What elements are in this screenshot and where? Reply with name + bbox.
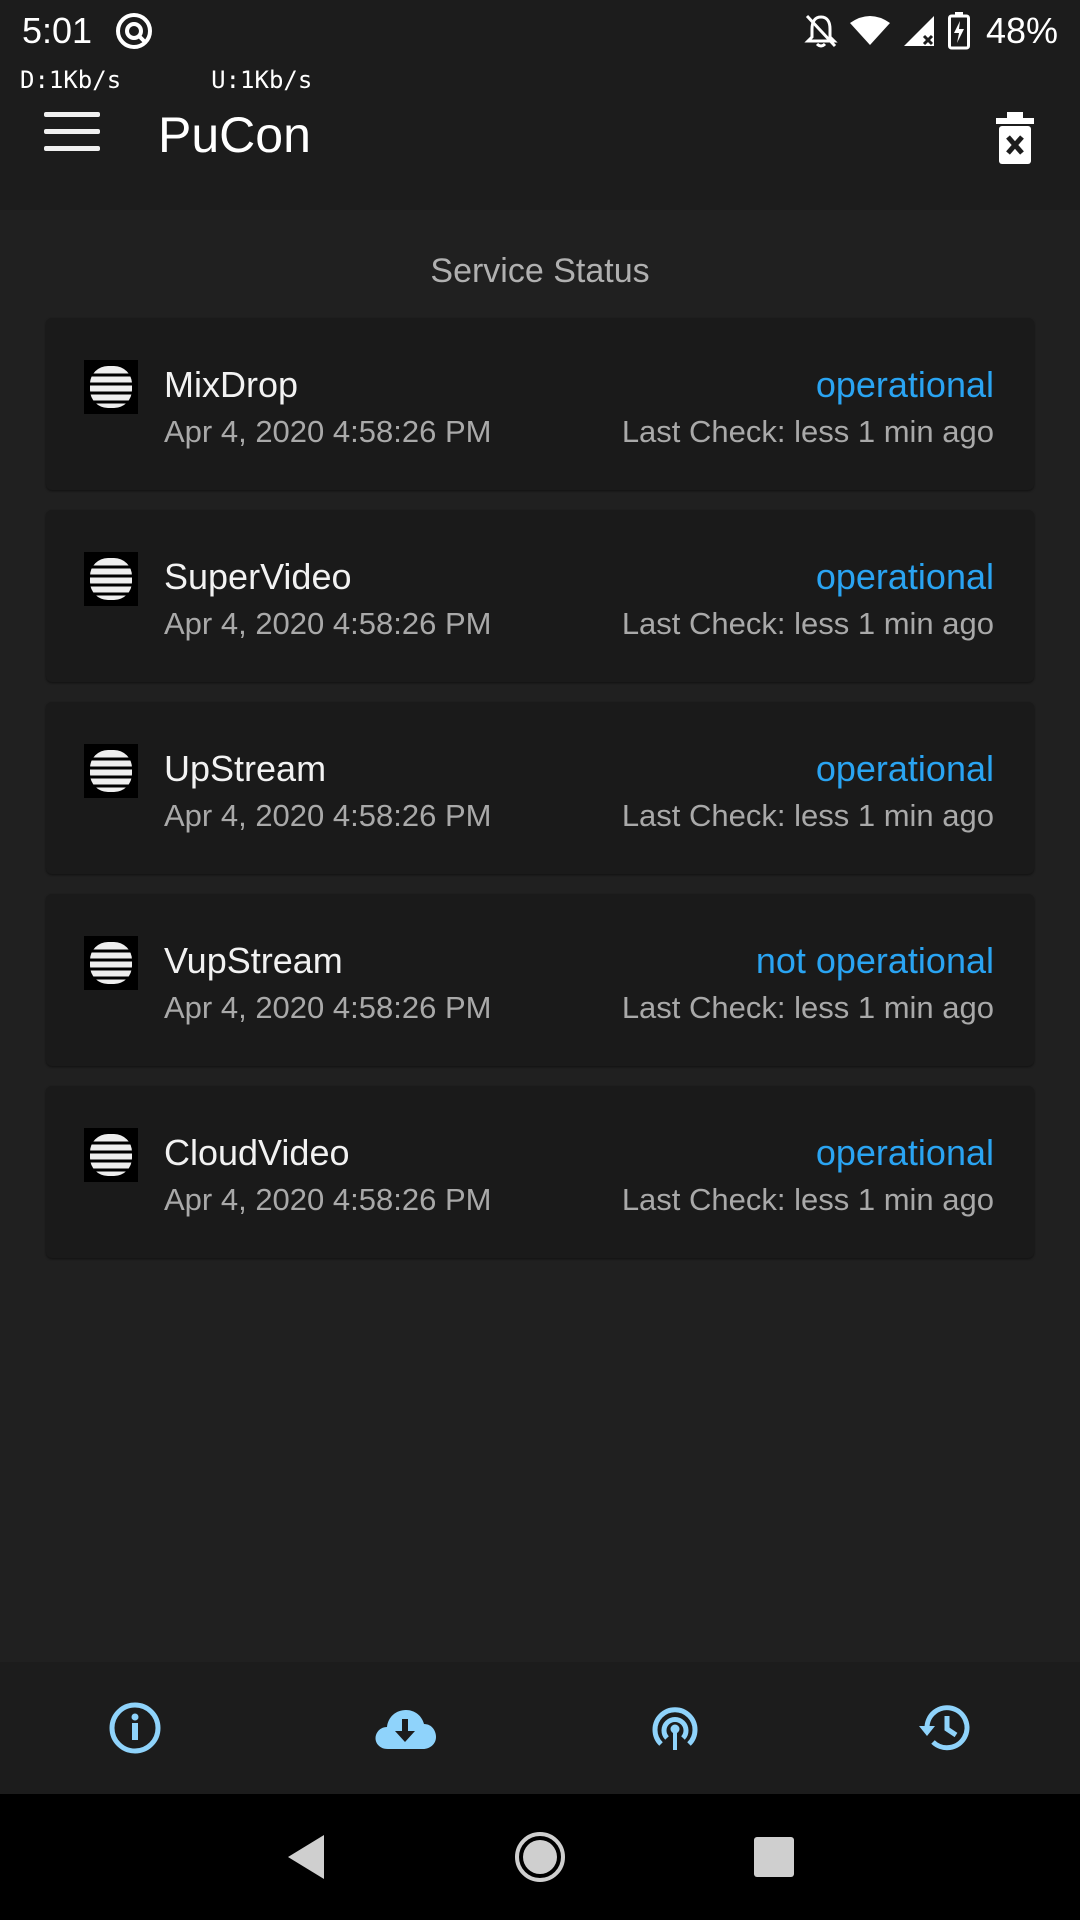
- service-status-section: Service Status MixDrop Apr 4, 2020 4:58:…: [0, 210, 1080, 1258]
- info-icon[interactable]: [0, 1662, 270, 1794]
- service-status: operational: [815, 1132, 994, 1173]
- service-list: MixDrop Apr 4, 2020 4:58:26 PM operation…: [46, 318, 1034, 1278]
- service-name: MixDrop: [164, 364, 299, 405]
- status-bar: 5:01 48%: [0, 0, 1080, 62]
- back-icon[interactable]: [278, 1829, 334, 1885]
- service-name: UpStream: [164, 748, 327, 789]
- home-icon[interactable]: [512, 1829, 568, 1885]
- bottom-nav: [0, 1662, 1080, 1794]
- service-card[interactable]: UpStream Apr 4, 2020 4:58:26 PM operatio…: [46, 702, 1034, 874]
- service-status: operational: [815, 556, 994, 597]
- service-name: VupStream: [164, 940, 343, 981]
- server-icon: [84, 552, 138, 606]
- service-status: operational: [815, 364, 994, 405]
- service-date: Apr 4, 2020 4:58:26 PM: [164, 606, 492, 641]
- status-time: 5:01: [22, 10, 93, 51]
- system-nav: [0, 1794, 1080, 1920]
- service-date: Apr 4, 2020 4:58:26 PM: [164, 1182, 492, 1217]
- last-check: Last Check: less 1 min ago: [621, 990, 994, 1025]
- last-check: Last Check: less 1 min ago: [621, 1182, 994, 1217]
- service-card[interactable]: MixDrop Apr 4, 2020 4:58:26 PM operation…: [46, 318, 1034, 490]
- app-title: PuCon: [158, 107, 311, 163]
- service-card[interactable]: VupStream Apr 4, 2020 4:58:26 PM not ope…: [46, 894, 1034, 1066]
- service-date: Apr 4, 2020 4:58:26 PM: [164, 414, 492, 449]
- service-card[interactable]: SuperVideo Apr 4, 2020 4:58:26 PM operat…: [46, 510, 1034, 682]
- delete-icon[interactable]: [990, 110, 1040, 166]
- vpn-icon: [114, 11, 154, 51]
- network-speed: D:1Kb/s U:1Kb/s: [20, 66, 312, 94]
- service-date: Apr 4, 2020 4:58:26 PM: [164, 798, 492, 833]
- battery-charging-icon: [947, 12, 970, 50]
- menu-icon[interactable]: [44, 112, 100, 160]
- service-status: operational: [815, 748, 994, 789]
- cloud-download-icon[interactable]: [270, 1662, 540, 1794]
- server-icon: [84, 936, 138, 990]
- cell-signal-icon: [902, 14, 936, 48]
- last-check: Last Check: less 1 min ago: [621, 606, 994, 641]
- recents-icon[interactable]: [746, 1829, 802, 1885]
- notifications-off-icon: [804, 13, 838, 49]
- service-date: Apr 4, 2020 4:58:26 PM: [164, 990, 492, 1025]
- service-status: not operational: [755, 940, 994, 981]
- service-card[interactable]: CloudVideo Apr 4, 2020 4:58:26 PM operat…: [46, 1086, 1034, 1258]
- last-check: Last Check: less 1 min ago: [621, 798, 994, 833]
- wifi-icon: [849, 15, 890, 47]
- service-name: CloudVideo: [164, 1132, 350, 1173]
- battery-percent: 48%: [985, 10, 1058, 51]
- app-bar: D:1Kb/s U:1Kb/s PuCon: [0, 62, 1080, 210]
- section-title: Service Status: [430, 252, 650, 290]
- server-icon: [84, 360, 138, 414]
- last-check: Last Check: less 1 min ago: [621, 414, 994, 449]
- download-speed: D:1Kb/s: [20, 66, 122, 94]
- server-icon: [84, 744, 138, 798]
- service-name: SuperVideo: [164, 556, 352, 597]
- broadcast-icon[interactable]: [540, 1662, 810, 1794]
- upload-speed: U:1Kb/s: [211, 66, 313, 94]
- history-icon[interactable]: [810, 1662, 1080, 1794]
- server-icon: [84, 1128, 138, 1182]
